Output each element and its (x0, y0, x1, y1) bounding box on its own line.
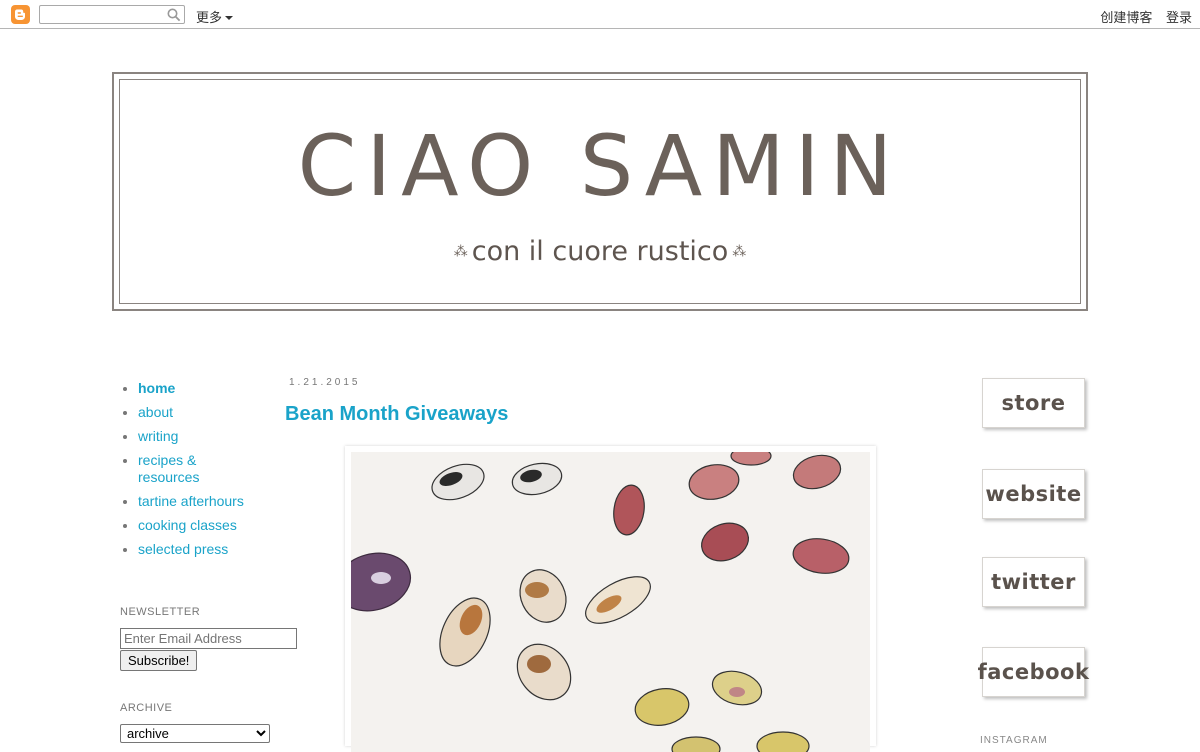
search-icon[interactable] (167, 8, 181, 22)
navbar-more-label: 更多 (196, 10, 223, 25)
page-link-selected-press-anchor[interactable]: selected press (138, 541, 228, 557)
twitter-button-label: twitter (991, 570, 1076, 594)
tagline-text: con il cuore rustico (471, 236, 729, 267)
navbar-account-links: 创建博客 登录 (1090, 7, 1192, 26)
navbar-search-input[interactable] (43, 7, 167, 24)
blogger-navbar: 更多 创建博客 登录 (0, 0, 1200, 29)
archive-title: ARCHIVE (120, 702, 173, 714)
create-blog-link[interactable]: 创建博客 (1100, 10, 1152, 25)
pages-nav: home about writing recipes & resources t… (120, 380, 310, 558)
page-link-recipes-anchor[interactable]: recipes & resources (138, 452, 199, 485)
store-button[interactable]: store (982, 378, 1085, 428)
post-image-beans-illustration[interactable] (351, 452, 870, 752)
navbar-more-menu[interactable]: 更多 (196, 7, 234, 26)
post-date: 1.21.2015 (289, 377, 361, 388)
navbar-search (39, 5, 185, 24)
facebook-button-label: facebook (977, 660, 1090, 684)
page-link-home: home (138, 380, 248, 397)
archive-widget: ARCHIVE archive (120, 702, 270, 743)
archive-select[interactable]: archive (120, 724, 270, 743)
ornament-left-icon: ⁂ (453, 244, 468, 260)
website-button-label: website (985, 482, 1082, 506)
instagram-widget-title: INSTAGRAM (980, 735, 1048, 746)
page-link-about-anchor[interactable]: about (138, 404, 173, 420)
page-link-tartine-anchor[interactable]: tartine afterhours (138, 493, 244, 509)
login-link[interactable]: 登录 (1166, 10, 1192, 25)
page-link-tartine: tartine afterhours (138, 493, 248, 510)
page-link-cooking-classes: cooking classes (138, 517, 248, 534)
post-image-frame (345, 446, 876, 752)
page-link-selected-press: selected press (138, 541, 248, 558)
twitter-button[interactable]: twitter (982, 557, 1085, 607)
left-sidebar: home about writing recipes & resources t… (120, 380, 310, 743)
newsletter-title: NEWSLETTER (120, 606, 201, 618)
website-button[interactable]: website (982, 469, 1085, 519)
page-link-writing: writing (138, 428, 248, 445)
store-button-label: store (1001, 391, 1066, 415)
subscribe-button[interactable]: Subscribe! (120, 650, 198, 671)
caret-down-icon (225, 16, 234, 20)
page-link-cooking-classes-anchor[interactable]: cooking classes (138, 517, 237, 533)
blog-header[interactable]: CIAO SAMIN ⁂ con il cuore rustico ⁂ (112, 72, 1088, 311)
page-link-home-anchor[interactable]: home (138, 380, 175, 396)
page-link-writing-anchor[interactable]: writing (138, 428, 178, 444)
facebook-button[interactable]: facebook (978, 647, 1089, 697)
email-field[interactable] (120, 628, 297, 649)
ornament-right-icon: ⁂ (732, 244, 747, 260)
page-link-about: about (138, 404, 248, 421)
post-title[interactable]: Bean Month Giveaways (285, 403, 508, 426)
blogger-logo-icon[interactable] (11, 5, 30, 24)
blog-title: CIAO SAMIN (297, 117, 903, 215)
page-link-recipes: recipes & resources (138, 452, 248, 486)
newsletter-widget: NEWSLETTER Subscribe! (120, 606, 297, 671)
blog-tagline: ⁂ con il cuore rustico ⁂ (114, 236, 1086, 267)
